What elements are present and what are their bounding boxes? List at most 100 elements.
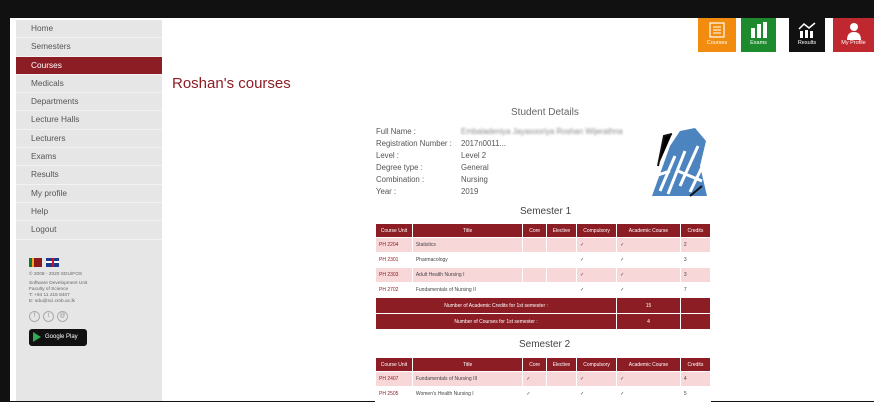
cell-elective [545,237,577,253]
cell-academic: ✓ [616,267,681,283]
google-play-button[interactable]: Google Play [29,328,87,346]
language-switcher [29,257,162,268]
detail-label: Degree type : [376,163,423,172]
course-code-link[interactable]: PH 2505 [375,386,413,402]
course-code-link[interactable]: PH 2407 [375,371,413,387]
course-code-link[interactable]: PH 2301 [375,252,413,268]
column-header: Core [522,357,547,372]
course-code-link[interactable]: PH 2702 [375,282,413,298]
column-header: Elective [545,223,577,238]
courses-button-label: Courses [706,40,728,46]
column-header: Credits [679,357,712,372]
summary-value: 4 [616,313,681,330]
column-header: Compulsory [575,357,618,372]
column-header: Academic Course [616,223,681,238]
cell-compulsory: ✓ [575,267,618,283]
table-row: PH 2505 Women's Health Nursing I ✓ ✓ ✓ 5 [375,386,712,402]
table-row: PH 2303 Adult Health Nursing I ✓ ✓ 3 [375,267,712,283]
cell-compulsory: ✓ [575,386,618,402]
detail-label: Registration Number : [376,139,452,148]
cell-core [522,237,547,253]
sidebar-item-my-profile[interactable]: My profile [16,185,162,203]
detail-label: Year : [376,187,397,196]
summary-label: Number of Courses for 1st semester : [374,313,618,330]
sidebar-item-courses[interactable]: Courses [16,56,162,75]
sidebar-item-lecturers[interactable]: Lecturers [16,130,162,149]
sidebar-item-departments[interactable]: Departments [16,93,162,112]
sidebar-item-home[interactable]: Home [16,20,162,39]
cell-core [522,282,547,298]
sidebar-item-help[interactable]: Help [16,203,162,222]
book-list-icon [709,22,725,38]
detail-value: Level 2 [461,151,487,160]
sidebar-item-semesters[interactable]: Semesters [16,38,162,57]
sidebar-item-exams[interactable]: Exams [16,148,162,167]
user-icon [846,23,861,40]
cell-academic: ✓ [616,371,681,387]
copyright-text: © 2008 - 2020 SDU/FOS [29,271,83,277]
sidebar-item-lecture-halls[interactable]: Lecture Halls [16,111,162,130]
cell-credits: 3 [679,267,712,283]
cell-elective [545,386,577,402]
course-code-link[interactable]: PH 2303 [375,267,413,283]
course-code-link[interactable]: PH 2204 [375,237,413,253]
column-header: Title [411,223,524,238]
sidebar-item-results[interactable]: Results [16,166,162,185]
cell-credits: 4 [679,371,712,387]
semester-2-table: Course Unit Title Core Elective Compulsory Ac… [375,357,712,402]
detail-full-name: Full Name : Embaladeniya Jayasooriya Rosh… [376,127,623,136]
sinhala-flag-icon[interactable] [29,257,42,267]
detail-label: Level : [376,151,399,160]
twitter-icon[interactable]: t [43,310,54,322]
column-header: Title [411,357,524,372]
cell-credits: 3 [679,252,712,268]
detail-value: Embaladeniya Jayasooriya Roshan Wijerath… [461,127,623,136]
table-row: PH 2301 Pharmacology ✓ ✓ 3 [375,252,712,268]
cell-elective [545,267,577,283]
summary-row: Number of Academic Credits for 1st semes… [374,297,712,314]
exams-button[interactable]: Exams [741,18,776,52]
play-store-icon [33,332,41,343]
courses-button[interactable]: Courses [698,18,736,52]
my-profile-button[interactable]: My Profile [833,18,874,52]
detail-value: General [461,163,489,172]
column-header: Course Unit [375,357,413,372]
sidebar: Home Semesters Courses Medicals Departments L… [16,20,162,401]
cell-academic: ✓ [616,252,681,268]
table-header-row: Course Unit Title Core Elective Compulsory Ac… [375,223,712,238]
detail-combination: Combination : Nursing [376,175,488,184]
table-row: PH 2407 Fundamentals of Nursing III ✓ ✓ ✓ 4 [375,371,712,387]
semester-1-heading: Semester 1 [520,206,572,217]
cell-academic: ✓ [616,237,681,253]
cell-core: ✓ [522,371,547,387]
cell-core [522,252,547,268]
table-row: PH 2204 Statistics ✓ ✓ 2 [375,237,712,253]
detail-level: Level : Level 2 [376,151,486,160]
column-header: Elective [545,357,577,372]
summary-empty [679,313,712,330]
cell-title: Fundamentals of Nursing III [411,371,524,387]
cell-compulsory: ✓ [575,237,618,253]
summary-label: Number of Academic Credits for 1st semes… [374,297,618,314]
english-flag-icon[interactable] [46,257,59,267]
detail-registration-number: Registration Number : 2017n0011... [376,139,506,148]
cell-elective [545,282,577,298]
cell-elective [545,252,577,268]
detail-label: Combination : [376,175,425,184]
student-photo [650,126,708,198]
cell-core [522,267,547,283]
results-button[interactable]: Results [789,18,825,52]
sidebar-item-logout[interactable]: Logout [16,221,162,240]
google-play-label: Google Play [45,334,78,341]
sidebar-item-medicals[interactable]: Medicals [16,75,162,94]
exams-button-label: Exams [750,40,767,46]
email-icon[interactable]: @ [57,310,68,322]
table-row: PH 2702 Fundamentals of Nursing II ✓ ✓ 7 [375,282,712,298]
detail-value: 2017n0011... [461,139,506,148]
cell-credits: 5 [679,386,712,402]
cell-core: ✓ [522,386,547,402]
facebook-icon[interactable]: f [29,310,40,322]
detail-value: 2019 [461,187,479,196]
detail-value: Nursing [461,175,488,184]
semester-2-heading: Semester 2 [519,339,571,350]
